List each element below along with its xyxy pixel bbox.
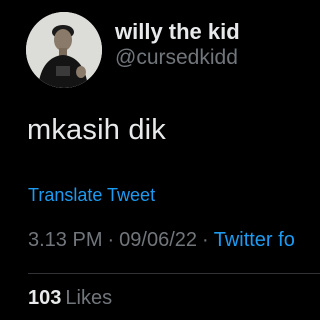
divider [28,273,320,274]
meta-separator: · [107,229,115,251]
likes-label: Likes [65,287,113,309]
tweet-time[interactable]: 3.13 PM [28,229,102,251]
translate-tweet-link[interactable]: Translate Tweet [28,185,155,206]
author-handle[interactable]: @cursedkidd [115,46,238,70]
tweet-meta: 3.13 PM · 09/06/22 · Twitter fo [28,229,320,252]
meta-separator: · [202,229,209,251]
author-display-name[interactable]: willy the kid [115,19,240,45]
tweet-date[interactable]: 09/06/22 [119,229,197,251]
avatar[interactable] [26,12,102,88]
tweet-text: mkasih dik [27,114,166,146]
tweet-source-link[interactable]: Twitter fo [214,229,295,251]
likes-count: 103 [28,287,62,309]
profile-photo-icon [26,12,102,88]
likes-stat[interactable]: 103 Likes [28,287,112,310]
tweet-detail: willy the kid @cursedkidd mkasih dik Tra… [0,0,320,320]
